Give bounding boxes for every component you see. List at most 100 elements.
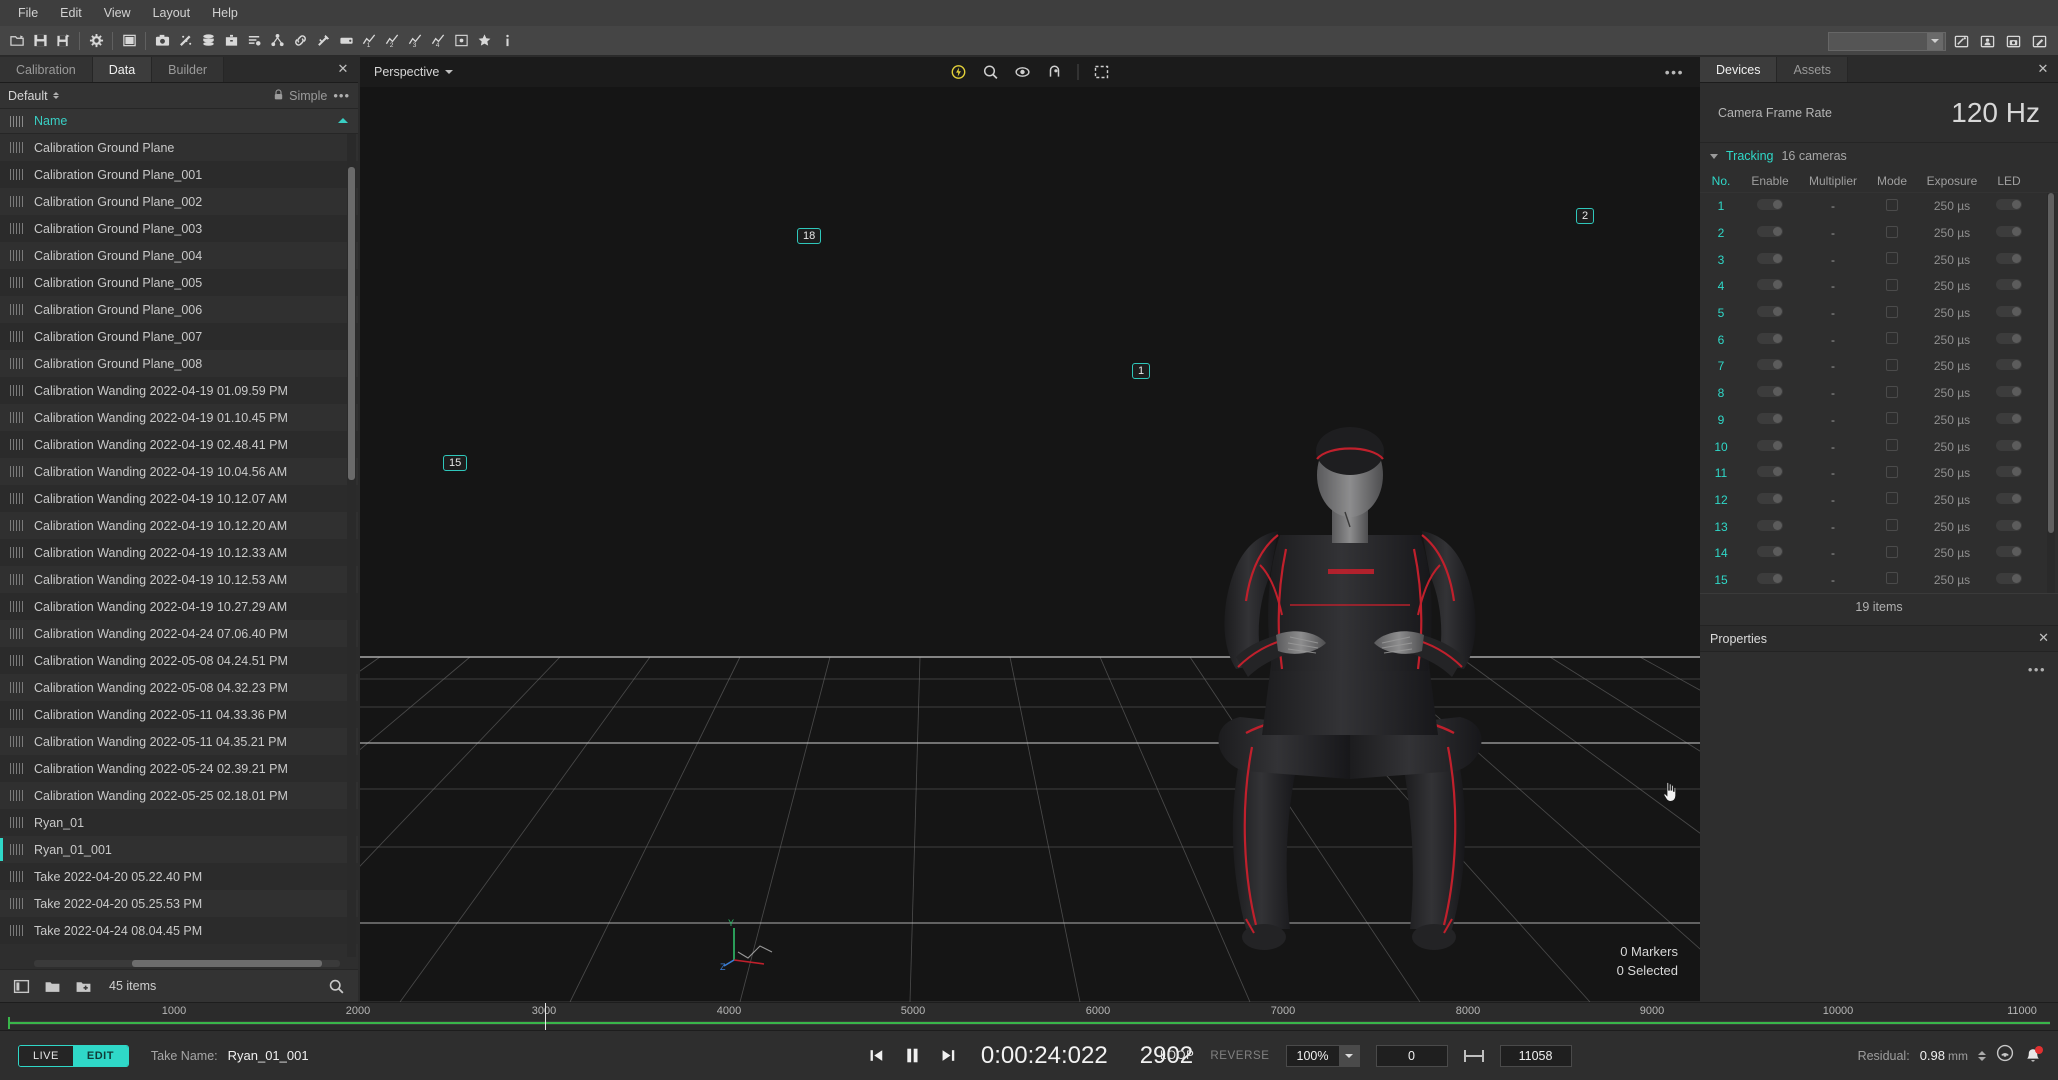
camera-multiplier[interactable]: -	[1798, 253, 1868, 267]
timeline-ruler[interactable]: 1000 2000 3000 4000 5000 6000 7000 8000 9000 1000…	[0, 1002, 2058, 1031]
camera-enable-toggle[interactable]	[1742, 412, 1798, 427]
camera-led-toggle[interactable]	[1988, 572, 2030, 587]
list-item[interactable]: Calibration Ground Plane_001	[0, 161, 358, 188]
new-view-wand-icon[interactable]	[1950, 30, 1972, 52]
info-icon[interactable]	[496, 30, 518, 52]
timeline-range-start-handle[interactable]	[8, 1017, 10, 1029]
edit-mode-button[interactable]: EDIT	[72, 1045, 128, 1066]
list-item[interactable]: Calibration Wanding 2022-04-19 10.12.07 …	[0, 485, 358, 512]
camera-exposure[interactable]: 250 µs	[1916, 226, 1988, 240]
reverse-toggle[interactable]: REVERSE	[1210, 1050, 1269, 1062]
tab-assets[interactable]: Assets	[1777, 57, 1848, 82]
graph-curve-2-icon[interactable]: 2	[381, 30, 403, 52]
chevron-down-icon[interactable]	[1338, 1045, 1359, 1066]
tracking-group-header[interactable]: Tracking 16 cameras	[1700, 143, 2058, 169]
data-list[interactable]: Calibration Ground Plane Calibration Grou…	[0, 134, 358, 969]
take-name-value[interactable]: Ryan_01_001	[228, 1048, 309, 1063]
view-preset-combo[interactable]	[1828, 31, 1946, 51]
live-edit-toggle[interactable]: LIVE EDIT	[18, 1044, 129, 1067]
skeleton-hierarchy-icon[interactable]	[266, 30, 288, 52]
new-view-camera-icon[interactable]	[2002, 30, 2024, 52]
camera-row[interactable]: 3 - 250 µs	[1700, 246, 2058, 273]
camera-row[interactable]: 7 - 250 µs	[1700, 353, 2058, 380]
camera-mode-icon[interactable]	[1868, 358, 1916, 374]
marker-pick-icon[interactable]	[1046, 63, 1064, 81]
list-item[interactable]: Calibration Wanding 2022-04-19 01.10.45 …	[0, 404, 358, 431]
star-icon[interactable]	[473, 30, 495, 52]
camera-row[interactable]: 13 - 250 µs	[1700, 513, 2058, 540]
camera-multiplier[interactable]: -	[1798, 466, 1868, 480]
chevron-down-icon[interactable]	[1927, 32, 1943, 50]
archive-icon[interactable]	[220, 30, 242, 52]
camera-exposure[interactable]: 250 µs	[1916, 466, 1988, 480]
camera-mode-icon[interactable]	[1868, 305, 1916, 321]
list-item[interactable]: Take 2022-04-24 08.04.45 PM	[0, 917, 358, 944]
camera-exposure[interactable]: 250 µs	[1916, 253, 1988, 267]
list-item[interactable]: Calibration Wanding 2022-04-19 10.27.29 …	[0, 593, 358, 620]
list-item[interactable]: Calibration Ground Plane_004	[0, 242, 358, 269]
camera-marker[interactable]: 1	[1132, 363, 1151, 379]
tab-devices[interactable]: Devices	[1700, 57, 1778, 82]
magnifier-icon[interactable]	[982, 63, 1000, 81]
camera-row[interactable]: 11 - 250 µs	[1700, 460, 2058, 487]
mode-label[interactable]: Simple	[289, 89, 327, 103]
list-item[interactable]: Calibration Wanding 2022-05-11 04.33.36 …	[0, 701, 358, 728]
chevron-updown-icon[interactable]	[52, 92, 59, 99]
camera-row[interactable]: 10 - 250 µs	[1700, 433, 2058, 460]
camera-mode-icon[interactable]	[1868, 492, 1916, 507]
camera-multiplier[interactable]: -	[1798, 226, 1868, 240]
camera-marker[interactable]: 18	[797, 228, 822, 244]
camera-led-toggle[interactable]	[1988, 546, 2030, 560]
menu-edit[interactable]: Edit	[50, 2, 92, 24]
tab-calibration[interactable]: Calibration	[0, 57, 93, 82]
camera-enable-toggle[interactable]	[1742, 359, 1798, 373]
camera-row[interactable]: 14 - 250 µs	[1700, 540, 2058, 567]
save-icon[interactable]	[29, 30, 51, 52]
list-item[interactable]: Calibration Wanding 2022-04-19 01.09.59 …	[0, 377, 358, 404]
camera-mode-icon[interactable]	[1868, 332, 1916, 347]
list-item[interactable]: Calibration Ground Plane_007	[0, 323, 358, 350]
range-start-input[interactable]: 0	[1375, 1044, 1448, 1067]
list-item[interactable]: Calibration Wanding 2022-04-19 10.12.33 …	[0, 539, 358, 566]
col-enable[interactable]: Enable	[1742, 174, 1798, 188]
camera-exposure[interactable]: 250 µs	[1916, 413, 1988, 427]
camera-mode-icon[interactable]	[1868, 439, 1916, 454]
camera-enable-toggle[interactable]	[1742, 466, 1798, 480]
list-item[interactable]: Calibration Ground Plane_005	[0, 269, 358, 296]
camera-led-toggle[interactable]	[1988, 226, 2030, 240]
camera-mode-icon[interactable]	[1868, 252, 1916, 267]
sort-ascending-icon[interactable]	[338, 118, 348, 123]
camera-exposure[interactable]: 250 µs	[1916, 199, 1988, 213]
list-item[interactable]: Calibration Wanding 2022-05-08 04.32.23 …	[0, 674, 358, 701]
col-exposure[interactable]: Exposure	[1916, 174, 1988, 188]
camera-multiplier[interactable]: -	[1798, 546, 1868, 560]
list-item[interactable]: Calibration Wanding 2022-05-11 04.35.21 …	[0, 728, 358, 755]
camera-multiplier[interactable]: -	[1798, 493, 1868, 507]
signal-icon[interactable]	[1996, 1044, 2014, 1067]
camera-enable-toggle[interactable]	[1742, 386, 1798, 400]
properties-body[interactable]: •••	[1700, 652, 2058, 953]
graph-curve-3-icon[interactable]: 3	[404, 30, 426, 52]
camera-mode-icon[interactable]	[1868, 385, 1916, 401]
pause-icon[interactable]	[901, 1045, 923, 1067]
camera-row[interactable]: 4 - 250 µs	[1700, 273, 2058, 300]
list-item[interactable]: Calibration Ground Plane	[0, 134, 358, 161]
new-folder-icon[interactable]	[74, 977, 93, 996]
new-view-edit-icon[interactable]	[2028, 30, 2050, 52]
tab-builder[interactable]: Builder	[152, 57, 225, 82]
camera-enable-toggle[interactable]	[1742, 439, 1798, 454]
camera-row[interactable]: 15 - 250 µs	[1700, 567, 2058, 594]
column-header-name[interactable]: Name	[34, 114, 67, 128]
camera-enable-toggle[interactable]	[1742, 199, 1798, 213]
camera-mode-icon[interactable]	[1868, 545, 1916, 561]
list-item[interactable]: Ryan_01_001	[0, 836, 358, 863]
reconstruct-icon[interactable]	[450, 30, 472, 52]
menu-help[interactable]: Help	[202, 2, 248, 24]
camera-row[interactable]: 5 - 250 µs	[1700, 300, 2058, 327]
list-item[interactable]: Ryan_01	[0, 809, 358, 836]
camera-led-toggle[interactable]	[1988, 359, 2030, 373]
skip-next-icon[interactable]	[937, 1045, 959, 1067]
camera-mode-icon[interactable]	[1868, 278, 1916, 294]
residual-value[interactable]: 0.98	[1920, 1048, 1945, 1063]
link-icon[interactable]	[289, 30, 311, 52]
